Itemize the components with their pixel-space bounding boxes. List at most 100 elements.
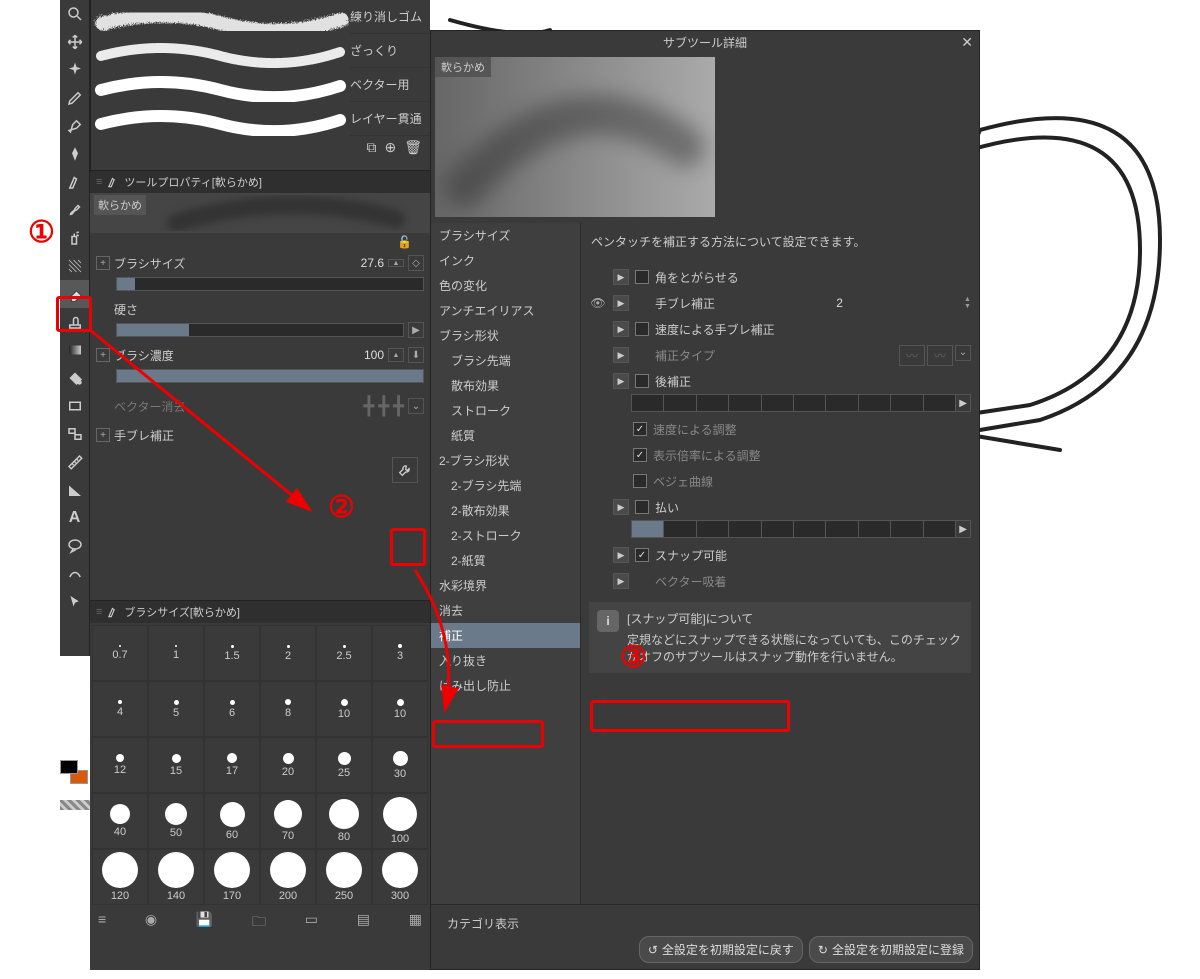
tool-brush-icon[interactable] — [60, 196, 89, 224]
arrow-right-icon[interactable]: ▶ — [408, 322, 424, 338]
expand-icon[interactable]: ▶ — [613, 547, 629, 563]
brushsize-cell[interactable]: 140 — [148, 849, 204, 905]
checkbox[interactable] — [635, 374, 649, 388]
correct-type-option-icon[interactable]: 〰 — [899, 345, 925, 366]
brushsize-cell[interactable]: 300 — [372, 849, 428, 905]
save-icon[interactable]: 💾 — [196, 911, 213, 935]
visibility-icon[interactable] — [589, 546, 607, 564]
wrench-button[interactable] — [392, 457, 418, 483]
expand-icon[interactable]: ▶ — [613, 347, 629, 363]
expand-icon[interactable]: ▶ — [613, 499, 629, 515]
brushsize-cell[interactable]: 40 — [92, 793, 148, 849]
brushsize-cell[interactable]: 6 — [204, 681, 260, 737]
expand-icon[interactable]: ▶ — [613, 269, 629, 285]
foreground-color[interactable] — [60, 760, 78, 774]
checkbox[interactable] — [633, 448, 647, 462]
brushsize-cell[interactable]: 100 — [372, 793, 428, 849]
tool-pattern-icon[interactable] — [60, 252, 89, 280]
brushsize-cell[interactable]: 8 — [260, 681, 316, 737]
category-btip[interactable]: ブラシ先端 — [431, 348, 580, 373]
transparent-color[interactable] — [60, 800, 90, 810]
brushsize-slider[interactable] — [90, 275, 430, 297]
checkbox[interactable] — [633, 422, 647, 436]
category-aa[interactable]: アンチエイリアス — [431, 298, 580, 323]
brushsize-cell[interactable]: 1 — [148, 625, 204, 681]
brushsize-cell[interactable]: 5 — [148, 681, 204, 737]
brushsize-cell[interactable]: 1.5 — [204, 625, 260, 681]
vector-erase-mode-icon[interactable]: ╋ — [378, 396, 389, 417]
brushsize-cell[interactable]: 50 — [148, 793, 204, 849]
link-icon[interactable]: ⬇ — [408, 347, 424, 363]
visibility-icon[interactable] — [589, 320, 607, 338]
checkbox[interactable] — [635, 270, 649, 284]
tool-cursor-icon[interactable] — [60, 588, 89, 616]
visibility-icon[interactable] — [589, 372, 607, 390]
reset-settings-button[interactable]: ↺全設定を初期設定に戻す — [639, 936, 803, 963]
visibility-icon[interactable] — [589, 498, 607, 516]
visibility-icon[interactable] — [589, 268, 607, 286]
queue-icon[interactable]: ▤ — [357, 911, 370, 935]
brushsize-cell[interactable]: 15 — [148, 737, 204, 793]
category-scatter2[interactable]: 2-散布効果 — [431, 498, 580, 523]
queue2-icon[interactable]: ▦ — [409, 911, 422, 935]
category-stroke2[interactable]: 2-ストローク — [431, 523, 580, 548]
brushsize-cell[interactable]: 17 — [204, 737, 260, 793]
checkbox[interactable] — [633, 474, 647, 488]
tool-sparkle-icon[interactable] — [60, 56, 89, 84]
category-paper[interactable]: 紙質 — [431, 423, 580, 448]
visibility-icon[interactable]: 👁 — [589, 294, 607, 312]
drag-handle-icon[interactable]: ≡ — [96, 606, 102, 618]
tool-nib-icon[interactable] — [60, 140, 89, 168]
brushsize-cell[interactable]: 70 — [260, 793, 316, 849]
taper-bar[interactable]: ▶ — [631, 520, 971, 538]
chevron-down-icon[interactable]: ⌄ — [955, 345, 971, 361]
spinner-icon[interactable]: ▲▼ — [964, 296, 971, 310]
brushsize-cell[interactable]: 60 — [204, 793, 260, 849]
tool-spray-icon[interactable] — [60, 224, 89, 252]
arrow-right-icon[interactable]: ▶ — [955, 394, 971, 412]
link-icon[interactable]: ◇ — [408, 255, 424, 271]
post-correct-bar[interactable]: ▶ — [631, 394, 971, 412]
tool-eraser-icon[interactable] — [60, 280, 89, 308]
category-brushsize[interactable]: ブラシサイズ — [431, 223, 580, 248]
tool-calligraphy-icon[interactable] — [60, 168, 89, 196]
menu-icon[interactable]: ≡ — [98, 911, 106, 935]
category-btip2[interactable]: 2-ブラシ先端 — [431, 473, 580, 498]
tool-magnify-icon[interactable] — [60, 0, 89, 28]
subtool-delete-icon[interactable]: 🗑 — [404, 139, 422, 156]
expand-icon[interactable]: ▶ — [613, 373, 629, 389]
brushsize-cell[interactable]: 120 — [92, 849, 148, 905]
visibility-icon[interactable] — [589, 572, 607, 590]
checkbox[interactable] — [635, 500, 649, 514]
tool-line-icon[interactable] — [60, 560, 89, 588]
brush-row-rough[interactable]: ざっくり — [91, 34, 430, 68]
expand-icon[interactable]: ▶ — [613, 573, 629, 589]
card-icon[interactable]: ▭ — [305, 911, 318, 935]
lock-icon[interactable]: 🔓 — [389, 231, 420, 253]
category-scatter[interactable]: 散布効果 — [431, 373, 580, 398]
expand-icon[interactable]: ▶ — [613, 295, 629, 311]
expand-icon[interactable]: ▶ — [613, 321, 629, 337]
vector-erase-mode-icon[interactable]: ╋ — [363, 396, 374, 417]
chevron-down-icon[interactable]: ⌄ — [408, 398, 424, 414]
brush-row-vector[interactable]: ベクター用 — [91, 68, 430, 102]
brushsize-cell[interactable]: 200 — [260, 849, 316, 905]
brushsize-cell[interactable]: 2.5 — [316, 625, 372, 681]
category-colorchange[interactable]: 色の変化 — [431, 273, 580, 298]
stabilize-value[interactable]: 2 — [836, 296, 843, 310]
drag-handle-icon[interactable]: ≡ — [96, 176, 102, 188]
tool-pencil-icon[interactable] — [60, 84, 89, 112]
brushsize-cell[interactable]: 250 — [316, 849, 372, 905]
category-ink[interactable]: インク — [431, 248, 580, 273]
tool-pen-icon[interactable] — [60, 112, 89, 140]
brushsize-cell[interactable]: 2 — [260, 625, 316, 681]
brushsize-cell[interactable]: 0.7 — [92, 625, 148, 681]
spinner-icon[interactable]: ▲ — [388, 348, 404, 362]
record-icon[interactable]: ◉ — [145, 911, 157, 935]
density-value[interactable]: 100 — [364, 348, 384, 362]
spinner-up-icon[interactable]: ▲ — [388, 259, 404, 267]
arrow-right-icon[interactable]: ▶ — [955, 520, 971, 538]
brushsize-cell[interactable]: 20 — [260, 737, 316, 793]
brushsize-cell[interactable]: 170 — [204, 849, 260, 905]
category-bshape[interactable]: ブラシ形状 — [431, 323, 580, 348]
